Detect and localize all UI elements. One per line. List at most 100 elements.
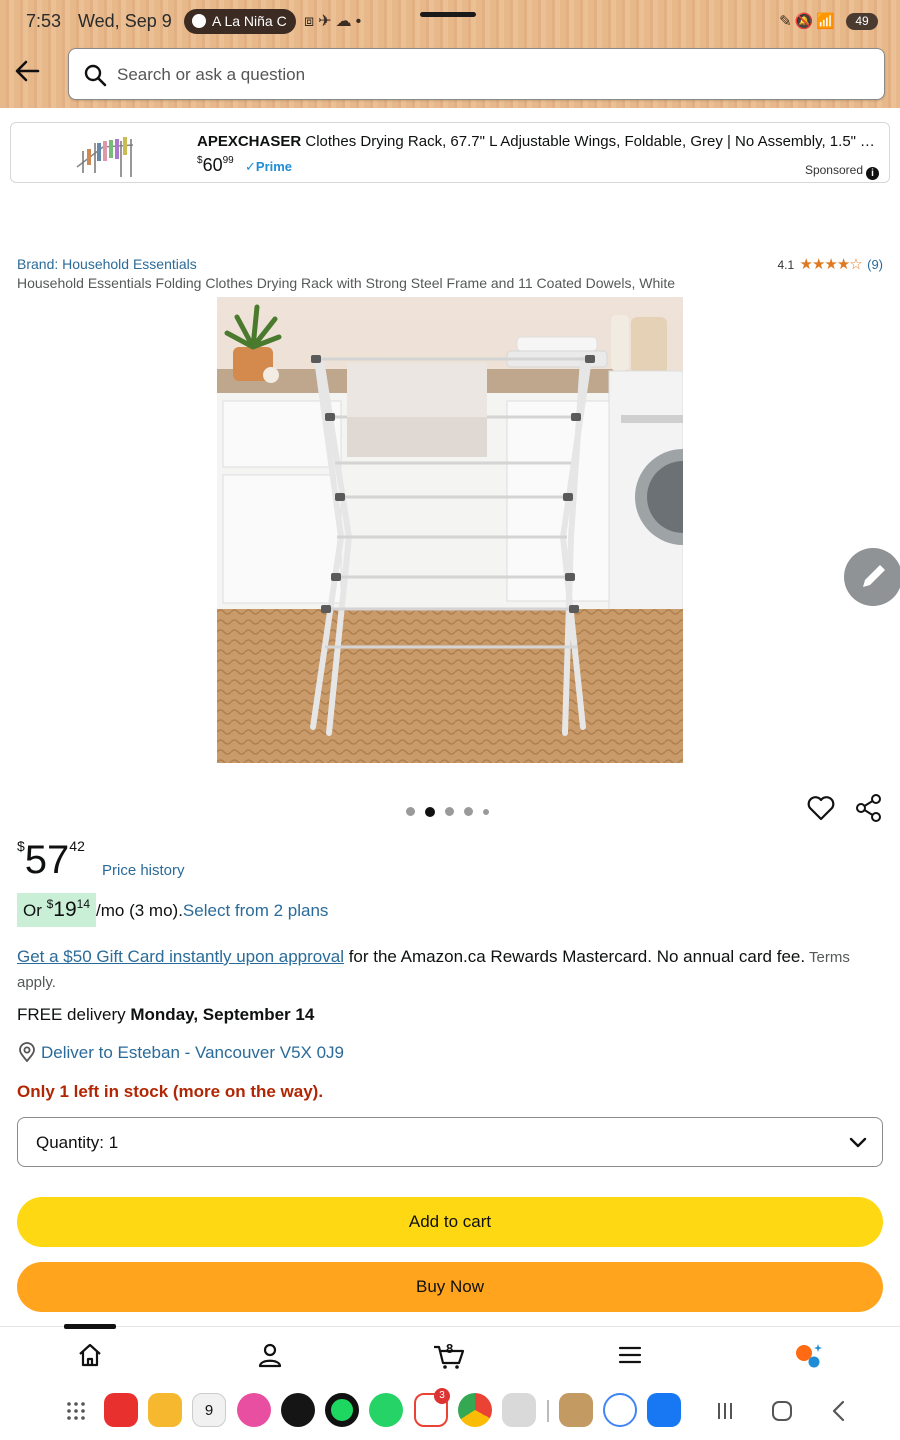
calendar-day: 9 bbox=[204, 1402, 214, 1419]
delivery-prefix: FREE delivery bbox=[17, 1005, 131, 1024]
sponsored-text: Sponsored bbox=[804, 163, 863, 177]
prime-check-icon: ✓ bbox=[245, 159, 256, 174]
product-image[interactable] bbox=[217, 297, 683, 763]
product-price: $5742 bbox=[17, 838, 85, 883]
now-playing-pill[interactable]: A La Niña C bbox=[184, 9, 296, 34]
system-status-icons: ✎🔕📶 bbox=[779, 13, 838, 30]
files-app-icon[interactable] bbox=[148, 1393, 182, 1427]
amazon-app-icon[interactable] bbox=[559, 1393, 593, 1427]
ad-title: APEXCHASER Clothes Drying Rack, 67.7" L … bbox=[197, 133, 877, 150]
chrome-app-icon[interactable] bbox=[458, 1393, 492, 1427]
status-bar: 7:53 Wed, Sep 9 A La Niña C ⧈✈☁• ✎🔕📶 49 bbox=[0, 0, 900, 44]
sponsored-label[interactable]: Sponsored i bbox=[805, 163, 879, 180]
chevron-down-icon bbox=[849, 1137, 867, 1148]
add-to-cart-button[interactable]: Add to cart bbox=[17, 1197, 883, 1247]
installment-term: /mo (3 mo). bbox=[96, 901, 183, 920]
deliver-to-link[interactable]: Deliver to Esteban - Vancouver V5X 0J9 bbox=[17, 1042, 344, 1063]
cart-count: 8 bbox=[446, 1341, 454, 1356]
android-taskbar: 9 3 bbox=[0, 1384, 900, 1440]
carousel-dot[interactable] bbox=[445, 807, 454, 817]
spotify-app-icon[interactable] bbox=[325, 1393, 359, 1427]
prime-label: Prime bbox=[255, 159, 293, 174]
image-carousel-dots[interactable] bbox=[406, 803, 499, 817]
search-icon bbox=[84, 64, 107, 87]
status-date: Wed, Sep 9 bbox=[78, 11, 172, 31]
brand-link[interactable]: Brand: Household Essentials bbox=[17, 256, 197, 272]
spotify-icon bbox=[192, 14, 206, 28]
price-fraction: 42 bbox=[69, 838, 85, 854]
ad-price: $6099 bbox=[197, 155, 234, 176]
facebook-app-icon[interactable] bbox=[647, 1393, 681, 1427]
quantity-dropdown[interactable]: Quantity: 1 bbox=[17, 1117, 883, 1167]
recent-apps-icon[interactable] bbox=[712, 1398, 738, 1424]
price-whole: 57 bbox=[24, 838, 70, 882]
battery-indicator: 49 bbox=[846, 13, 878, 30]
stock-status: Only 1 left in stock (more on the way). bbox=[17, 1082, 324, 1101]
carousel-dot-active[interactable] bbox=[425, 806, 435, 817]
flipboard-app-icon[interactable] bbox=[104, 1393, 138, 1427]
ad-product-thumbnail bbox=[76, 137, 134, 177]
ad-price-fraction: 99 bbox=[222, 155, 234, 166]
ad-title-text: Clothes Drying Rack, 67.7" L Adjustable … bbox=[305, 133, 877, 150]
media-player-app-icon[interactable] bbox=[281, 1393, 315, 1427]
review-count[interactable]: (9) bbox=[867, 257, 883, 272]
whatsapp-app-icon[interactable] bbox=[369, 1393, 403, 1427]
location-pin-icon bbox=[19, 1042, 35, 1062]
app-drawer-icon[interactable] bbox=[66, 1401, 86, 1421]
price-history-link[interactable]: Price history bbox=[102, 862, 185, 879]
edit-floating-button[interactable] bbox=[844, 548, 900, 606]
google-app-icon[interactable] bbox=[603, 1393, 637, 1427]
gift-card-promo: Get a $50 Gift Card instantly upon appro… bbox=[17, 945, 883, 995]
prime-badge: ✓Prime bbox=[245, 159, 292, 175]
account-icon[interactable] bbox=[256, 1341, 284, 1369]
installment-or: Or bbox=[23, 901, 47, 920]
deliver-to-text: Deliver to Esteban - Vancouver V5X 0J9 bbox=[41, 1043, 345, 1062]
installment-whole: 19 bbox=[53, 898, 77, 921]
quantity-value: 1 bbox=[108, 1133, 119, 1152]
home-button-icon[interactable] bbox=[769, 1398, 795, 1424]
carousel-dot[interactable] bbox=[406, 807, 415, 817]
installment-amount: Or $1914 bbox=[17, 893, 97, 927]
back-arrow-icon[interactable] bbox=[12, 56, 42, 86]
info-icon[interactable]: i bbox=[866, 167, 879, 180]
window-handle[interactable] bbox=[420, 12, 476, 17]
system-back-icon[interactable] bbox=[826, 1398, 852, 1424]
wishlist-heart-icon[interactable] bbox=[806, 793, 836, 823]
camera-app-icon[interactable] bbox=[502, 1393, 536, 1427]
notification-icons: ⧈✈☁• bbox=[304, 13, 366, 30]
dock-separator bbox=[547, 1400, 549, 1422]
search-input[interactable] bbox=[117, 61, 857, 89]
photos-app-icon[interactable] bbox=[237, 1393, 271, 1427]
product-title: Household Essentials Folding Clothes Dry… bbox=[17, 275, 676, 291]
share-icon[interactable] bbox=[854, 793, 884, 823]
ad-price-whole: 60 bbox=[202, 155, 223, 175]
active-tab-indicator bbox=[64, 1324, 116, 1329]
select-plans-link[interactable]: Select from 2 plans bbox=[183, 901, 329, 920]
delivery-date: Monday, September 14 bbox=[130, 1005, 315, 1024]
rating-value: 4.1 bbox=[777, 258, 795, 272]
price-currency: $ bbox=[17, 838, 25, 854]
gift-card-text: for the Amazon.ca Rewards Mastercard. No… bbox=[343, 947, 806, 966]
gmail-badge: 3 bbox=[434, 1388, 450, 1404]
rating-summary[interactable]: 4.1 ★★★★☆ (9) bbox=[777, 255, 883, 273]
search-bar[interactable] bbox=[68, 48, 885, 100]
now-playing-text: A La Niña C bbox=[212, 13, 287, 29]
status-time: 7:53 bbox=[26, 11, 62, 31]
carousel-dot[interactable] bbox=[483, 808, 489, 815]
gift-card-link[interactable]: Get a $50 Gift Card instantly upon appro… bbox=[17, 947, 344, 966]
pencil-icon bbox=[863, 565, 885, 587]
installment-offer: Or $1914/mo (3 mo).Select from 2 plans bbox=[17, 893, 328, 927]
ad-brand: APEXCHASER bbox=[197, 133, 302, 150]
installment-fraction: 14 bbox=[76, 897, 91, 911]
delivery-info: FREE delivery Monday, September 14 bbox=[17, 1005, 314, 1025]
menu-icon[interactable] bbox=[616, 1341, 644, 1369]
bottom-nav: 8 bbox=[0, 1324, 900, 1384]
sponsored-product-banner[interactable]: APEXCHASER Clothes Drying Rack, 67.7" L … bbox=[10, 122, 890, 183]
home-icon[interactable] bbox=[76, 1341, 104, 1369]
rufus-assistant-icon[interactable] bbox=[794, 1341, 822, 1369]
quantity-label: Quantity: 1 bbox=[36, 1133, 118, 1153]
buy-now-button[interactable]: Buy Now bbox=[17, 1262, 883, 1312]
carousel-dot[interactable] bbox=[464, 807, 473, 817]
quantity-label-text: Quantity: bbox=[36, 1133, 105, 1152]
top-bar: 7:53 Wed, Sep 9 A La Niña C ⧈✈☁• ✎🔕📶 49 bbox=[0, 0, 900, 108]
